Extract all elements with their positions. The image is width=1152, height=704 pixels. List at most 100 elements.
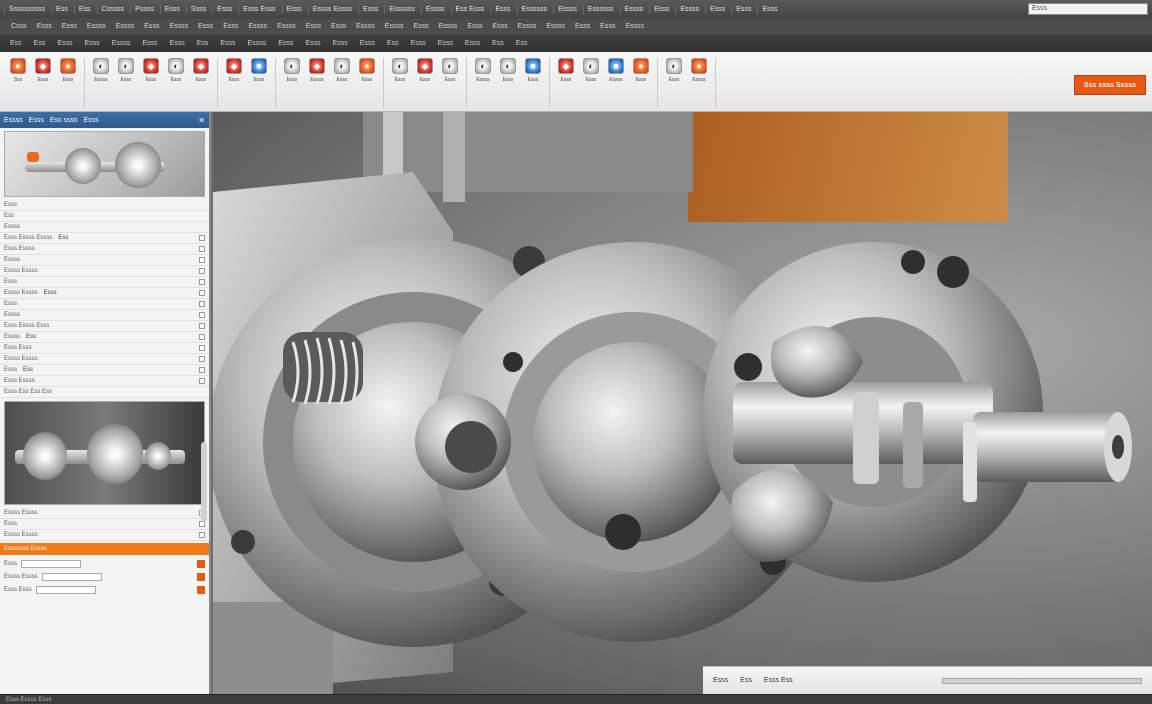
ribbon-button[interactable]: ◐ Esss [497,58,519,108]
viewport-toolbar-label[interactable]: Ess [740,677,752,684]
field-input[interactable] [21,559,82,568]
menu-item[interactable]: Esss [272,40,299,47]
menu-item[interactable]: Essss [380,23,409,30]
property-row[interactable]: Essss Essss [0,508,209,519]
menu-item[interactable]: Essss [106,40,137,47]
property-row[interactable]: Esss Essss Essss Ess [0,233,209,244]
menu-item[interactable]: Ess [486,40,510,47]
menu-item[interactable]: Ssssssssss [4,4,49,14]
property-checkbox[interactable] [199,378,205,384]
menu-item[interactable]: Ess [381,40,405,47]
menu-item[interactable]: Esss [705,4,729,14]
menu-item[interactable]: Esss [595,23,620,30]
menu-item[interactable]: Ess [191,40,215,47]
menu-item[interactable]: Essss [620,23,649,30]
ribbon-cta-button[interactable]: Sss ssss Sssss [1074,75,1146,95]
menu-item[interactable]: Esss [301,23,326,30]
property-checkbox[interactable] [199,257,205,263]
menu-item[interactable]: Esss [354,40,381,47]
ribbon-button[interactable]: ◆ Esss [223,58,245,108]
menu-item[interactable]: Esss [570,23,595,30]
menu-item[interactable]: Esss [159,4,184,14]
panel-header-tab[interactable]: Ess ssss [50,117,78,124]
field-input[interactable] [35,585,96,594]
menu-item[interactable]: Esss [408,23,433,30]
property-checkbox[interactable] [199,290,205,296]
menu-item[interactable]: Esss [459,40,486,47]
ribbon-button[interactable]: ● Esss [356,58,378,108]
ribbon-button[interactable]: ◐ Esss [389,58,411,108]
menu-item[interactable]: Essss [242,40,273,47]
menu-item[interactable]: Esss [32,23,57,30]
ribbon-button[interactable]: ■ Essss [605,58,627,108]
viewport-toolbar-label[interactable]: Esss [713,677,728,684]
close-icon[interactable]: ✕ [198,116,205,125]
panel-header-tab[interactable]: Esss [83,117,98,124]
property-row[interactable]: Essss Ess [0,332,209,343]
menu-item[interactable]: Esss [57,23,82,30]
timeline-slider[interactable] [942,677,1142,684]
menu-item[interactable]: Esss [405,40,432,47]
menu-item[interactable]: Esss [79,40,106,47]
property-checkbox[interactable] [199,323,205,329]
menu-item[interactable]: Esss [731,4,755,14]
preview-thumbnail-2[interactable] [4,401,205,505]
menu-item[interactable]: Esss [212,4,236,14]
menu-item[interactable]: Esss [139,23,164,30]
ribbon-button[interactable]: ◐ Essss [472,58,494,108]
menu-item[interactable]: Ess [73,4,95,14]
property-checkbox[interactable] [199,279,205,285]
property-checkbox[interactable] [199,345,205,351]
property-checkbox[interactable] [199,334,205,340]
ribbon-button[interactable]: ● Sss [7,58,29,108]
ribbon-button[interactable]: ◆ Essss [306,58,328,108]
3d-viewport[interactable]: Esss Ess Esss Ess [213,112,1152,694]
ribbon-button[interactable]: ◐ Esss [331,58,353,108]
preview-thumbnail-1[interactable] [4,131,205,197]
menu-item[interactable]: Esss [432,40,459,47]
property-row[interactable]: Esss Essss [0,376,209,387]
menu-item[interactable]: Ess Esss [450,4,489,14]
menu-item[interactable]: Essss [111,23,140,30]
menu-item[interactable]: Esss [214,40,241,47]
property-checkbox[interactable] [199,246,205,252]
menu-item[interactable]: Ssss [185,4,210,14]
ribbon-button[interactable]: ◆ Esss [140,58,162,108]
menu-item[interactable]: Essss [351,23,380,30]
panel-header-tab[interactable]: Essss [4,117,23,124]
menu-item[interactable]: Esss [649,4,673,14]
ribbon-button[interactable]: ■ Esss [522,58,544,108]
search-field[interactable]: Esss [1028,3,1148,15]
menu-item[interactable]: Esss [462,23,487,30]
ribbon-button[interactable]: ● Essss [688,58,710,108]
property-row[interactable]: Esss [0,299,209,310]
menu-item[interactable]: Esss [136,40,163,47]
ribbon-button[interactable]: ◐ Esss [439,58,461,108]
menu-item[interactable]: Esss [164,40,191,47]
property-row[interactable]: Esss Esss [0,343,209,354]
menu-item[interactable]: Essss [82,23,111,30]
ribbon-button[interactable]: ◐ Essss [90,58,112,108]
ribbon-button[interactable]: ◐ Esss [165,58,187,108]
color-swatch[interactable] [197,585,205,594]
ribbon-button[interactable]: ◆ Esss [555,58,577,108]
menu-item[interactable]: Ess [510,40,534,47]
menu-item[interactable]: Essss [675,4,703,14]
property-row[interactable]: Esss Essss [0,244,209,255]
menu-item[interactable]: Essss [619,4,648,14]
menu-item[interactable]: Ess [28,40,52,47]
left-panel-scrollbar[interactable] [201,442,207,522]
menu-item[interactable]: Essssss [516,4,552,14]
property-row[interactable]: Essss [0,255,209,266]
menu-item[interactable]: Esss [326,23,351,30]
ribbon-button[interactable]: ◐ Esss [115,58,137,108]
ribbon-button[interactable]: ◐ Esss [580,58,602,108]
property-row[interactable]: Essss Essss [0,530,209,541]
viewport-toolbar-label[interactable]: Esss Ess [764,677,793,684]
menu-item[interactable]: Esss [487,23,512,30]
field-input[interactable] [41,572,102,581]
menu-item[interactable]: Essss [434,23,463,30]
menu-item[interactable]: Esss [490,4,514,14]
menu-item[interactable]: Essss [553,4,581,14]
property-row[interactable]: Essss Essss Esss [0,288,209,299]
